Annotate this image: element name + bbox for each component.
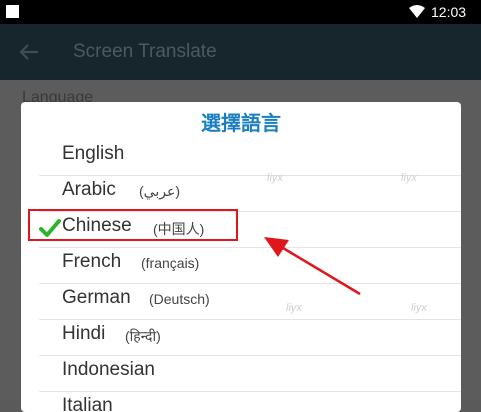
back-arrow-icon[interactable] <box>18 42 40 62</box>
watermark: liyx <box>286 302 302 314</box>
status-time: 12:03 <box>431 4 467 20</box>
language-name: Italian <box>62 395 113 412</box>
language-dialog: 選擇語言 English Arabic (عربي) Chinese (中国人)… <box>21 102 461 412</box>
language-native-name: (عربي) <box>139 183 180 199</box>
language-name: English <box>62 143 125 164</box>
app-title: Screen Translate <box>73 41 217 62</box>
language-item-arabic[interactable]: Arabic (عربي) <box>39 175 461 212</box>
language-name: Indonesian <box>62 359 155 380</box>
language-name: Hindi <box>62 323 106 344</box>
language-item-hindi[interactable]: Hindi (हिन्दी) <box>39 319 461 356</box>
language-name: Arabic <box>62 179 116 200</box>
language-native-name: (français) <box>141 255 200 271</box>
language-name: French <box>62 251 122 272</box>
language-native-name: (Deutsch) <box>149 291 210 307</box>
watermark: liyx <box>267 172 283 184</box>
language-item-german[interactable]: German (Deutsch) <box>39 283 461 320</box>
language-item-italian[interactable]: Italian <box>39 391 461 412</box>
language-item-indonesian[interactable]: Indonesian <box>39 355 461 392</box>
language-name: German <box>62 287 131 308</box>
notification-icon <box>6 5 19 18</box>
wifi-icon <box>409 5 425 18</box>
watermark: liyx <box>401 172 417 184</box>
watermark: liyx <box>411 302 427 314</box>
language-item-french[interactable]: French (français) <box>39 247 461 284</box>
language-item-english[interactable]: English <box>39 139 461 176</box>
status-bar: 12:03 <box>0 0 481 24</box>
dialog-title: 選擇語言 <box>201 113 281 135</box>
annotation-highlight-box <box>28 209 238 241</box>
language-native-name: (हिन्दी) <box>125 328 161 344</box>
